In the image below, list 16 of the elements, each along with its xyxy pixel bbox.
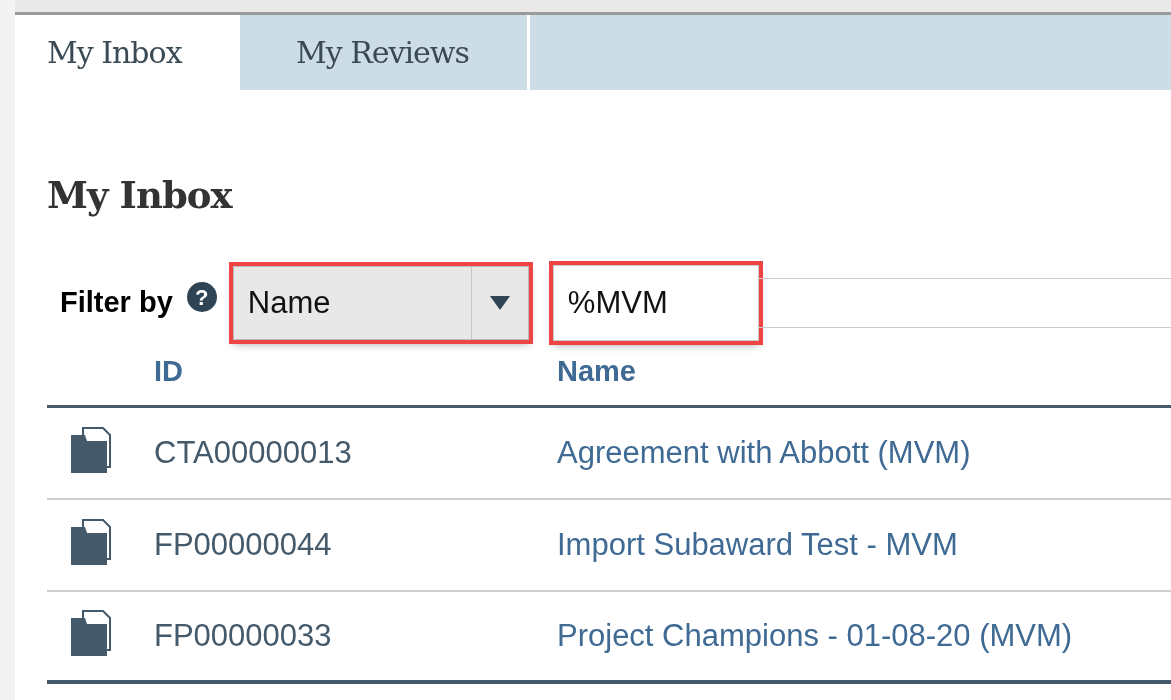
document-icon: [71, 519, 111, 565]
table-cell-text: FP00000033: [154, 616, 333, 655]
table-cell-text: FP00000044: [154, 525, 333, 564]
record-link[interactable]: Project Champions - 01-08-20 (MVM): [557, 612, 1073, 660]
filter-label: Filter by: [60, 285, 173, 321]
page-heading: My Inbox: [46, 173, 234, 217]
record-link[interactable]: Import Subaward Test - MVM: [557, 521, 958, 569]
column-header[interactable]: Name: [557, 349, 636, 393]
document-icon: [71, 610, 111, 656]
help-icon[interactable]: ?: [186, 282, 217, 312]
column-header[interactable]: ID: [154, 349, 557, 393]
table-cell-text: CTA00000013: [154, 433, 353, 472]
record-link[interactable]: Agreement with Abbott (MVM): [557, 429, 971, 477]
tab[interactable]: My Inbox: [15, 15, 240, 90]
document-icon: [71, 427, 111, 473]
caret-icon: [489, 296, 510, 310]
